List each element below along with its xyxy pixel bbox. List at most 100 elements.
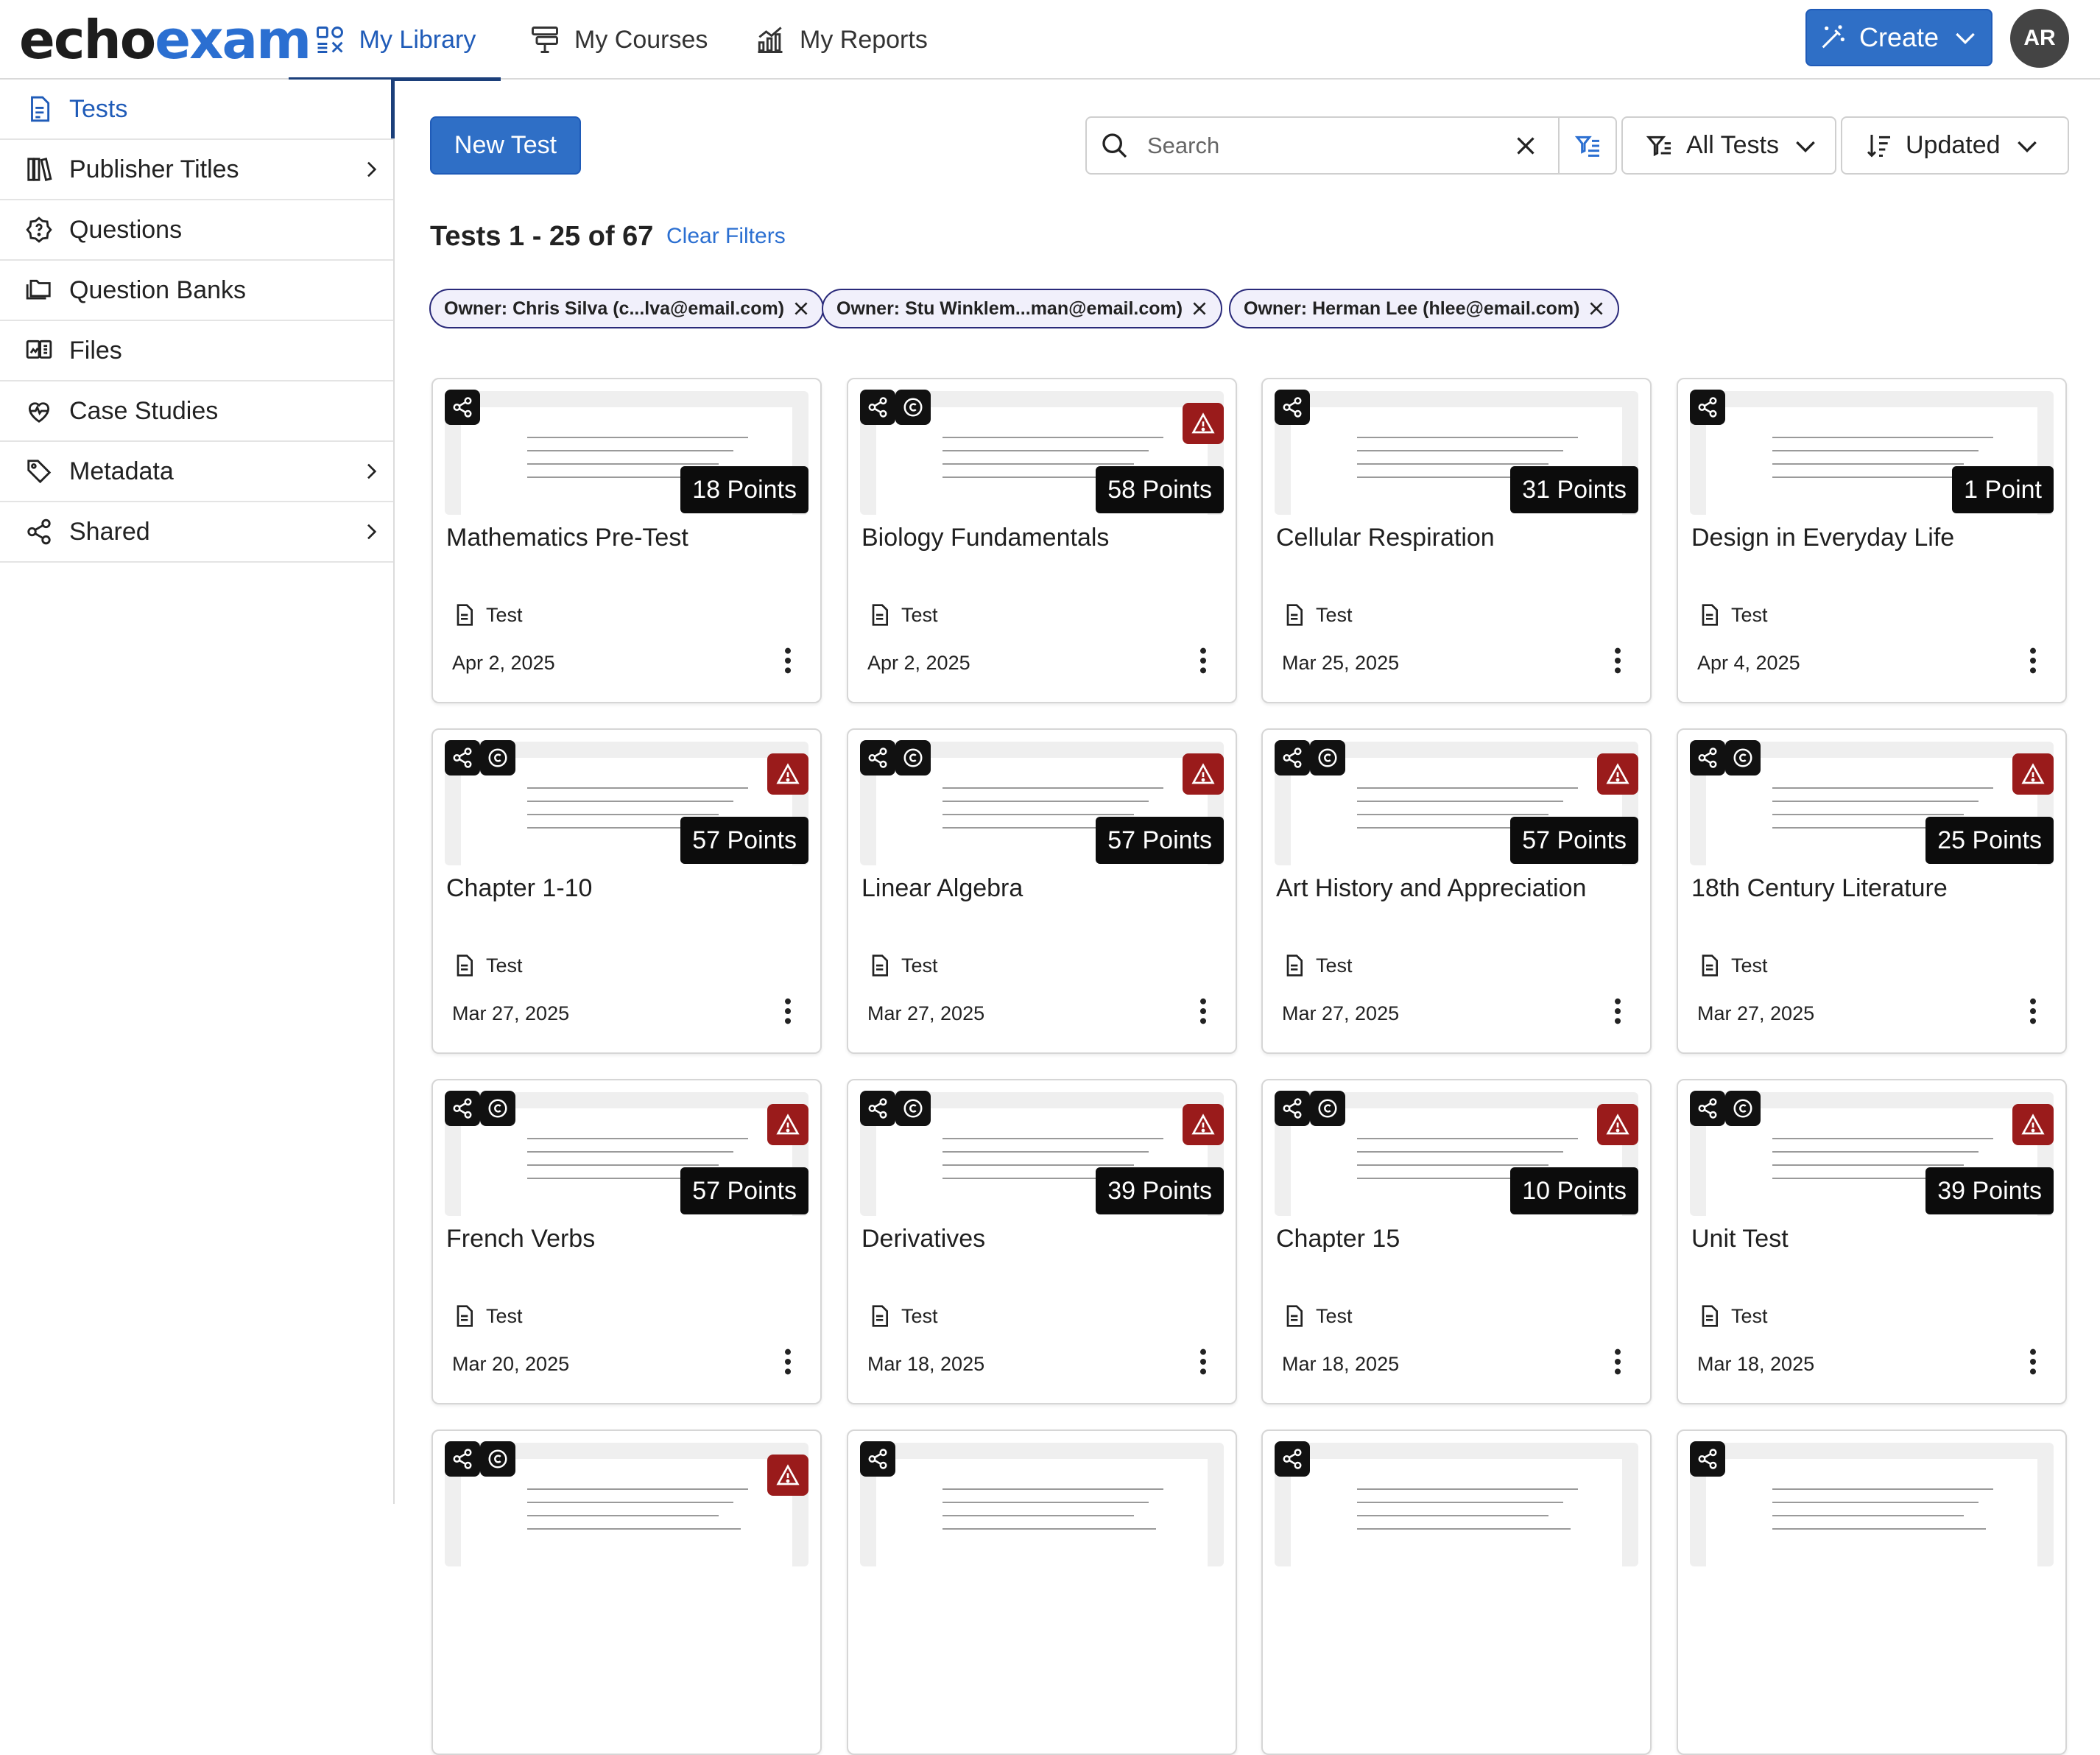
clear-filters-link[interactable]: Clear Filters [666,224,786,249]
card-title[interactable]: Linear Algebra [862,874,1023,903]
preview-text-line [1357,801,1563,802]
chevron-right-icon [367,463,377,479]
sort-dropdown[interactable]: Updated [1841,116,2069,175]
sidebar-item-tests[interactable]: Tests [0,80,395,140]
sidebar-item-question-banks[interactable]: Question Banks [0,261,393,321]
sidebar-item-publisher-titles[interactable]: Publisher Titles [0,140,393,200]
filter-chip[interactable]: Owner: Herman Lee (hlee@email.com) [1229,289,1620,328]
more-options-icon[interactable] [2026,996,2040,1026]
warning-badge[interactable] [767,1104,808,1145]
test-card[interactable]: 18 Points Mathematics Pre-Test Test Apr 2, … [431,378,822,703]
sidebar-item-label: Question Banks [69,275,247,304]
sidebar-item-questions[interactable]: Questions [0,200,393,261]
card-type-label: Test [1316,1304,1353,1327]
sidebar-item-shared[interactable]: Shared [0,502,393,563]
test-card[interactable]: 57 Points French Verbs Test Mar 20, 2025 [431,1079,822,1404]
card-title[interactable]: 18th Century Literature [1691,874,1948,903]
card-title[interactable]: Chapter 1-10 [446,874,592,903]
warning-badge[interactable] [1183,753,1224,795]
card-title[interactable]: Cellular Respiration [1276,524,1495,552]
test-card[interactable]: 57 Points Art History and Appreciation Tes… [1261,728,1652,1054]
test-card[interactable]: 25 Points 18th Century Literature Test Mar … [1677,728,2067,1054]
card-title[interactable]: Design in Everyday Life [1691,524,1954,552]
more-options-icon[interactable] [1610,996,1625,1026]
more-options-icon[interactable] [1196,996,1211,1026]
points-badge: 1 Point [1952,466,2054,513]
warning-badge[interactable] [2012,1104,2054,1145]
card-title[interactable]: French Verbs [446,1225,595,1253]
card-title[interactable]: Art History and Appreciation [1276,874,1586,903]
card-title[interactable]: Derivatives [862,1225,985,1253]
more-options-icon[interactable] [781,646,795,675]
filter-chip[interactable]: Owner: Stu Winklem...man@email.com) [822,289,1223,328]
warning-badge[interactable] [1183,1104,1224,1145]
share-icon [1283,1449,1302,1469]
preview-text-line [1357,1515,1548,1516]
new-test-button[interactable]: New Test [430,116,581,175]
test-card[interactable]: 39 Points Derivatives Test Mar 18, 2025 [847,1079,1237,1404]
test-card[interactable] [431,1429,822,1755]
test-card[interactable]: 57 Points Chapter 1-10 Test Mar 27, 2025 [431,728,822,1054]
close-icon[interactable] [1587,299,1606,318]
warning-badge[interactable] [1597,1104,1638,1145]
points-badge: 57 Points [680,817,808,864]
more-options-icon[interactable] [1196,646,1211,675]
test-card[interactable] [847,1429,1237,1755]
share-icon [1283,397,1302,418]
clear-search-icon[interactable] [1512,133,1539,159]
more-options-icon[interactable] [781,996,795,1026]
preview-text-line [527,1515,719,1516]
warning-badge[interactable] [767,753,808,795]
test-card[interactable]: 39 Points Unit Test Test Mar 18, 2025 [1677,1079,2067,1404]
filter-chip[interactable]: Owner: Chris Silva (c...lva@email.com) [429,289,825,328]
card-title[interactable]: Biology Fundamentals [862,524,1109,552]
sidebar-item-files[interactable]: Files [0,321,393,381]
points-badge: 57 Points [1510,817,1638,864]
preview-text-line [527,1488,748,1490]
card-title[interactable]: Chapter 15 [1276,1225,1400,1253]
warning-badge[interactable] [1597,753,1638,795]
preview-text-line [942,787,1163,789]
card-title[interactable]: Mathematics Pre-Test [446,524,688,552]
warning-badge[interactable] [1183,403,1224,444]
preview-text-line [1772,814,1964,815]
preview-text-line [1772,1502,1979,1503]
points-badge: 18 Points [680,466,808,513]
more-options-icon[interactable] [781,1347,795,1376]
test-card[interactable]: 58 Points Biology Fundamentals Test Apr 2, … [847,378,1237,703]
sidebar-item-case-studies[interactable]: Case Studies [0,381,393,442]
tab-my-reports[interactable]: My Reports [754,0,928,80]
test-card[interactable]: 31 Points Cellular Respiration Test Mar 25,… [1261,378,1652,703]
more-options-icon[interactable] [1610,1347,1625,1376]
test-card[interactable]: 10 Points Chapter 15 Test Mar 18, 2025 [1261,1079,1652,1404]
card-title[interactable]: Unit Test [1691,1225,1789,1253]
create-button[interactable]: Create [1805,9,1992,66]
all-tests-filter-dropdown[interactable]: All Tests [1621,116,1836,175]
more-options-icon[interactable] [1196,1347,1211,1376]
test-card[interactable] [1677,1429,2067,1755]
test-card[interactable]: 1 Point Design in Everyday Life Test Apr 4,… [1677,378,2067,703]
preview-text-line [942,437,1163,438]
echoexam-logo[interactable]: echoexam [19,10,311,69]
advanced-filter-button[interactable] [1558,118,1617,173]
search-input[interactable] [1147,132,1515,159]
courses-icon [532,27,558,53]
warning-badge[interactable] [767,1455,808,1496]
preview-text-line [1772,1151,1979,1153]
tab-my-library[interactable]: My Library [289,0,501,81]
sidebar-item-metadata[interactable]: Metadata [0,442,393,502]
card-type: Test [867,954,938,977]
more-options-icon[interactable] [2026,646,2040,675]
close-icon[interactable] [792,299,811,318]
more-options-icon[interactable] [2026,1347,2040,1376]
test-card[interactable] [1261,1429,1652,1755]
document-icon [1286,954,1303,977]
preview-text-line [942,1164,1134,1166]
preview-text-line [942,463,1134,465]
more-options-icon[interactable] [1610,646,1625,675]
test-card[interactable]: 57 Points Linear Algebra Test Mar 27, 2025 [847,728,1237,1054]
tab-my-courses[interactable]: My Courses [529,0,708,80]
close-icon[interactable] [1190,299,1209,318]
warning-badge[interactable] [2012,753,2054,795]
user-avatar[interactable]: AR [2010,9,2069,68]
